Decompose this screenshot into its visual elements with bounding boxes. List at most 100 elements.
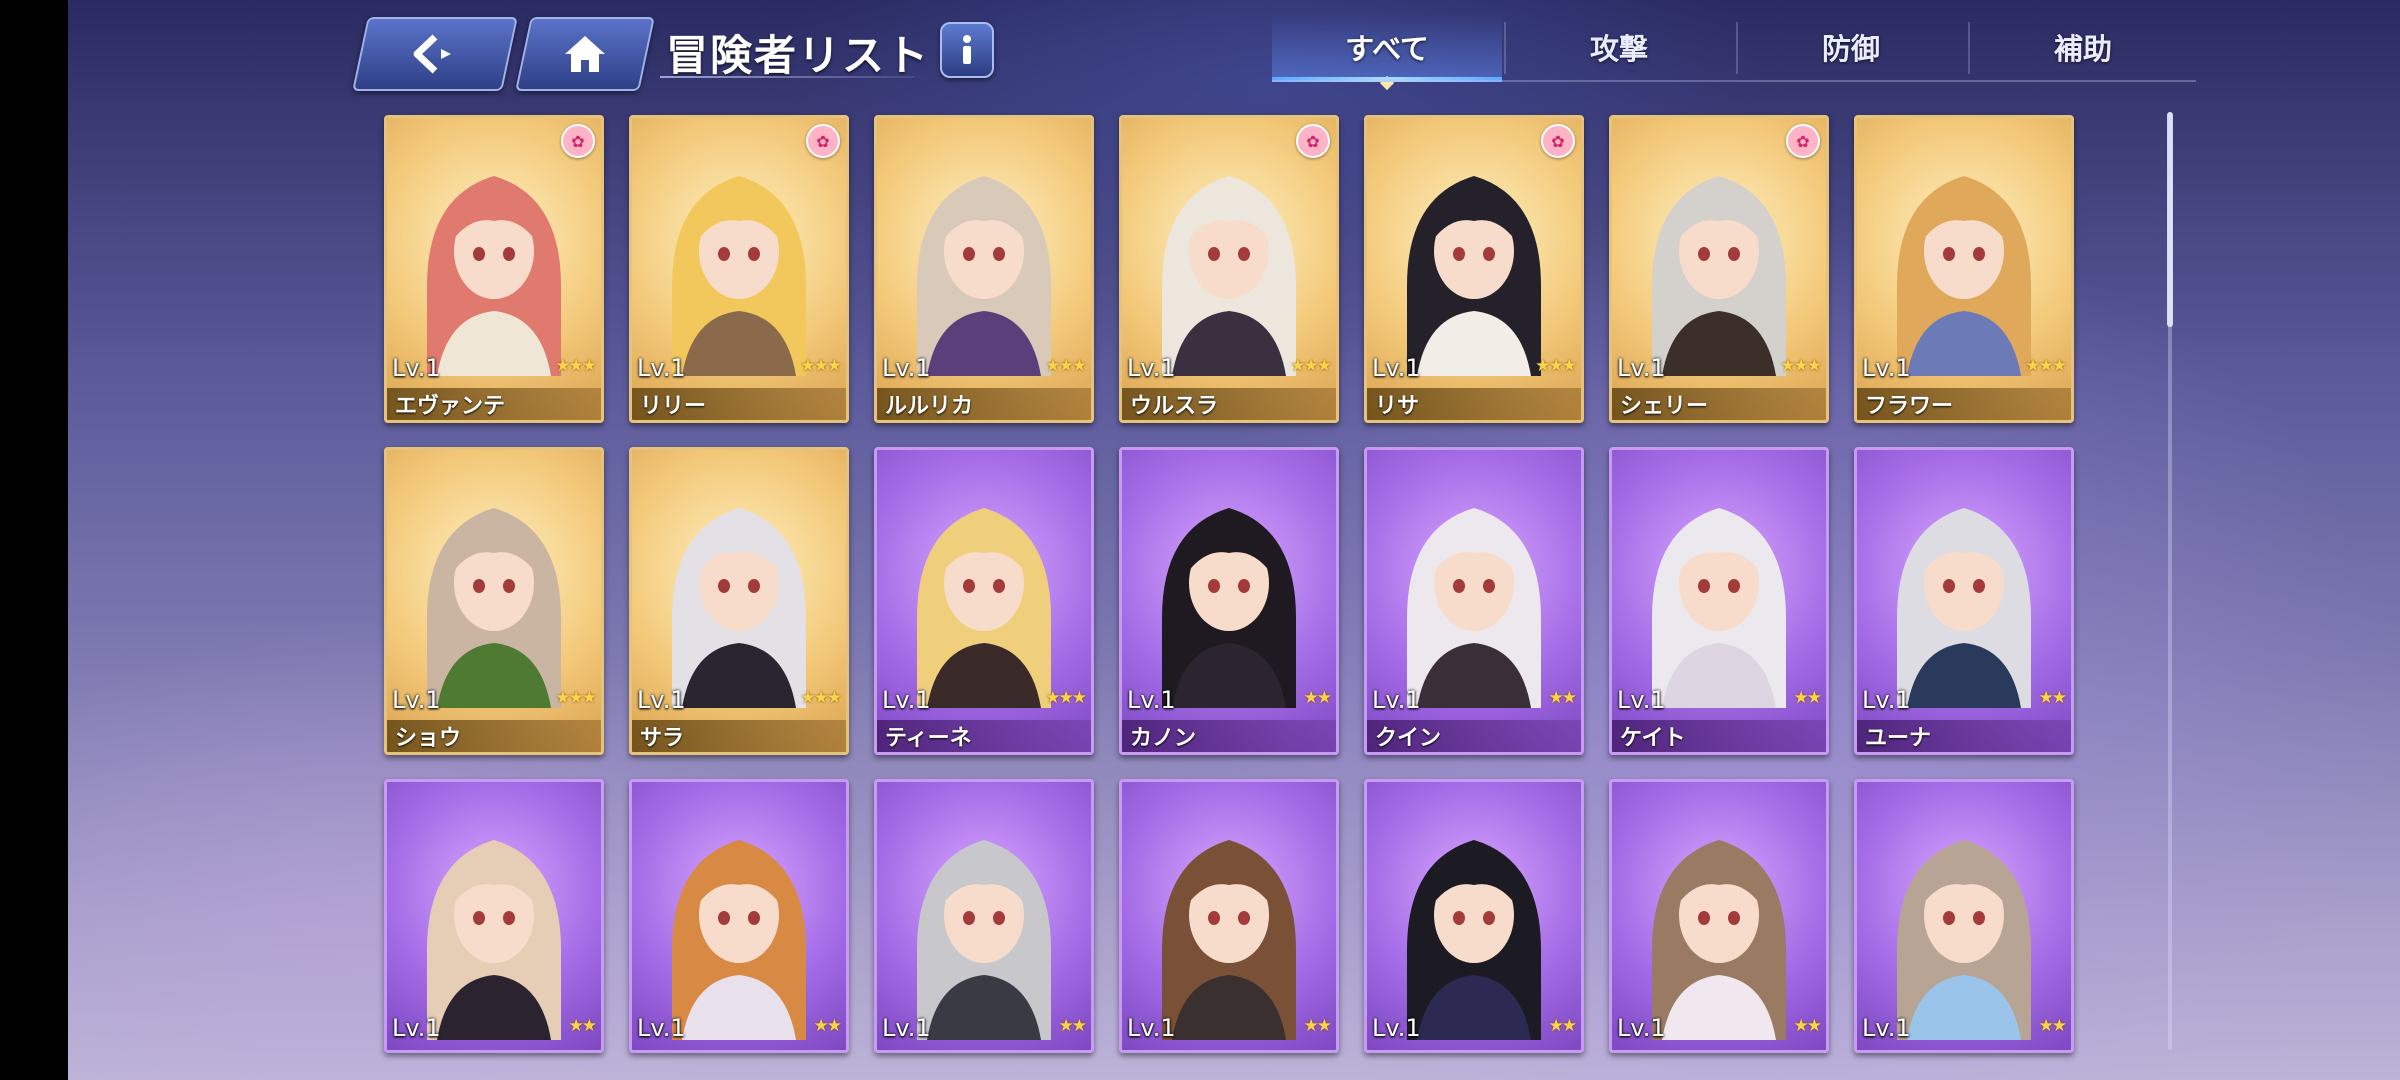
tab-attack[interactable]: 攻撃 — [1504, 14, 1734, 80]
adventurer-name: リリー — [632, 388, 846, 420]
character-portrait — [427, 176, 561, 376]
adventurer-card[interactable]: Lv.1 ★★ クイン — [1364, 447, 1584, 755]
tab-defense-label: 防御 — [1821, 32, 1880, 66]
level-label: Lv.1 — [392, 1014, 441, 1042]
adventurer-card[interactable]: ✿ Lv.1 ★★★ リリー — [629, 115, 849, 423]
star-rating: ★★★ — [1780, 356, 1822, 376]
star-rating: ★★★ — [1045, 356, 1087, 376]
character-portrait — [672, 840, 806, 1040]
paw-badge-icon: ✿ — [1541, 124, 1575, 158]
adventurer-name: フラワー — [1857, 388, 2071, 420]
character-portrait — [1652, 840, 1786, 1040]
star-rating: ★★★ — [1290, 356, 1332, 376]
adventurer-card[interactable]: Lv.1 ★★ — [874, 779, 1094, 1053]
adventurer-name: ルルリカ — [877, 388, 1091, 420]
character-portrait — [917, 840, 1051, 1040]
tab-all[interactable]: すべて — [1272, 14, 1502, 82]
info-button[interactable] — [940, 22, 994, 78]
character-portrait — [427, 840, 561, 1040]
level-label: Lv.1 — [392, 354, 441, 382]
character-portrait — [427, 508, 561, 708]
adventurer-card[interactable]: Lv.1 ★★ カノン — [1119, 447, 1339, 755]
info-icon — [963, 35, 971, 64]
level-label: Lv.1 — [1372, 686, 1421, 714]
adventurer-card[interactable]: Lv.1 ★★ — [1609, 779, 1829, 1053]
star-rating: ★★★ — [555, 688, 597, 708]
character-portrait — [917, 508, 1051, 708]
back-button[interactable] — [352, 17, 518, 91]
star-rating: ★★★ — [555, 356, 597, 376]
star-rating: ★★★ — [2025, 356, 2067, 376]
adventurer-card[interactable]: Lv.1 ★★ — [1119, 779, 1339, 1053]
adventurer-card[interactable]: Lv.1 ★★ — [1364, 779, 1584, 1053]
adventurer-card[interactable]: ✿ Lv.1 ★★★ シェリー — [1609, 115, 1829, 423]
star-rating: ★★ — [1793, 688, 1823, 708]
adventurer-card[interactable]: Lv.1 ★★★ サラ — [629, 447, 849, 755]
character-portrait — [672, 508, 806, 708]
tabs-divider — [1272, 80, 2196, 82]
page-title: 冒険者リスト — [666, 31, 931, 80]
category-tabs: すべて 攻撃 防御 補助 — [1272, 14, 2196, 82]
tab-defense[interactable]: 防御 — [1736, 14, 1966, 80]
game-screen: 冒険者リスト すべて 攻撃 防御 補助 ✿ Lv.1 ★★★ エヴァンテ ✿ Lv.1 ★★… — [68, 0, 2400, 1080]
adventurer-card[interactable]: Lv.1 ★★★ ショウ — [384, 447, 604, 755]
level-label: Lv.1 — [1862, 354, 1911, 382]
adventurer-name: ケイト — [1612, 720, 1826, 752]
adventurer-card[interactable]: Lv.1 ★★ ユーナ — [1854, 447, 2074, 755]
character-portrait — [1407, 840, 1541, 1040]
adventurer-name: リサ — [1367, 388, 1581, 420]
level-label: Lv.1 — [882, 354, 931, 382]
star-rating: ★★ — [1548, 688, 1578, 708]
adventurer-card[interactable]: Lv.1 ★★★ ティーネ — [874, 447, 1094, 755]
adventurer-card[interactable]: Lv.1 ★★ — [384, 779, 604, 1053]
home-icon — [561, 32, 609, 76]
adventurer-name: ショウ — [387, 720, 601, 752]
level-label: Lv.1 — [637, 1014, 686, 1042]
scrollbar-thumb[interactable] — [2167, 112, 2173, 327]
adventurer-name: サラ — [632, 720, 846, 752]
level-label: Lv.1 — [1372, 1014, 1421, 1042]
adventurer-card[interactable]: ✿ Lv.1 ★★★ リサ — [1364, 115, 1584, 423]
character-portrait — [1162, 508, 1296, 708]
adventurer-name: シェリー — [1612, 388, 1826, 420]
tab-support[interactable]: 補助 — [1968, 14, 2198, 80]
character-portrait — [1897, 176, 2031, 376]
level-label: Lv.1 — [1617, 686, 1666, 714]
adventurer-card[interactable]: Lv.1 ★★ — [629, 779, 849, 1053]
paw-badge-icon: ✿ — [806, 124, 840, 158]
adventurer-name: カノン — [1122, 720, 1336, 752]
adventurer-card[interactable]: ✿ Lv.1 ★★★ エヴァンテ — [384, 115, 604, 423]
adventurer-card[interactable]: ✿ Lv.1 ★★★ ウルスラ — [1119, 115, 1339, 423]
level-label: Lv.1 — [1617, 1014, 1666, 1042]
paw-badge-icon: ✿ — [1786, 124, 1820, 158]
adventurer-card[interactable]: Lv.1 ★★★ ルルリカ — [874, 115, 1094, 423]
star-rating: ★★ — [1303, 1016, 1333, 1036]
character-portrait — [1652, 508, 1786, 708]
character-portrait — [1897, 508, 2031, 708]
character-portrait — [1162, 840, 1296, 1040]
character-portrait — [672, 176, 806, 376]
tab-support-label: 補助 — [2053, 32, 2112, 66]
level-label: Lv.1 — [1862, 1014, 1911, 1042]
adventurer-card[interactable]: Lv.1 ★★ ケイト — [1609, 447, 1829, 755]
star-rating: ★★ — [2038, 688, 2068, 708]
character-portrait — [1162, 176, 1296, 376]
back-arrow-icon — [405, 31, 465, 77]
star-rating: ★★★ — [1535, 356, 1577, 376]
level-label: Lv.1 — [1127, 1014, 1176, 1042]
star-rating: ★★ — [568, 1016, 598, 1036]
level-label: Lv.1 — [1862, 686, 1911, 714]
paw-badge-icon: ✿ — [1296, 124, 1330, 158]
home-button[interactable] — [515, 17, 655, 91]
star-rating: ★★ — [1548, 1016, 1578, 1036]
adventurer-name: ティーネ — [877, 720, 1091, 752]
star-rating: ★★ — [813, 1016, 843, 1036]
level-label: Lv.1 — [882, 1014, 931, 1042]
tab-attack-label: 攻撃 — [1589, 32, 1648, 66]
adventurer-card[interactable]: Lv.1 ★★★ フラワー — [1854, 115, 2074, 423]
adventurer-card[interactable]: Lv.1 ★★ — [1854, 779, 2074, 1053]
level-label: Lv.1 — [1372, 354, 1421, 382]
adventurer-name: エヴァンテ — [387, 388, 601, 420]
star-rating: ★★ — [2038, 1016, 2068, 1036]
level-label: Lv.1 — [1127, 686, 1176, 714]
